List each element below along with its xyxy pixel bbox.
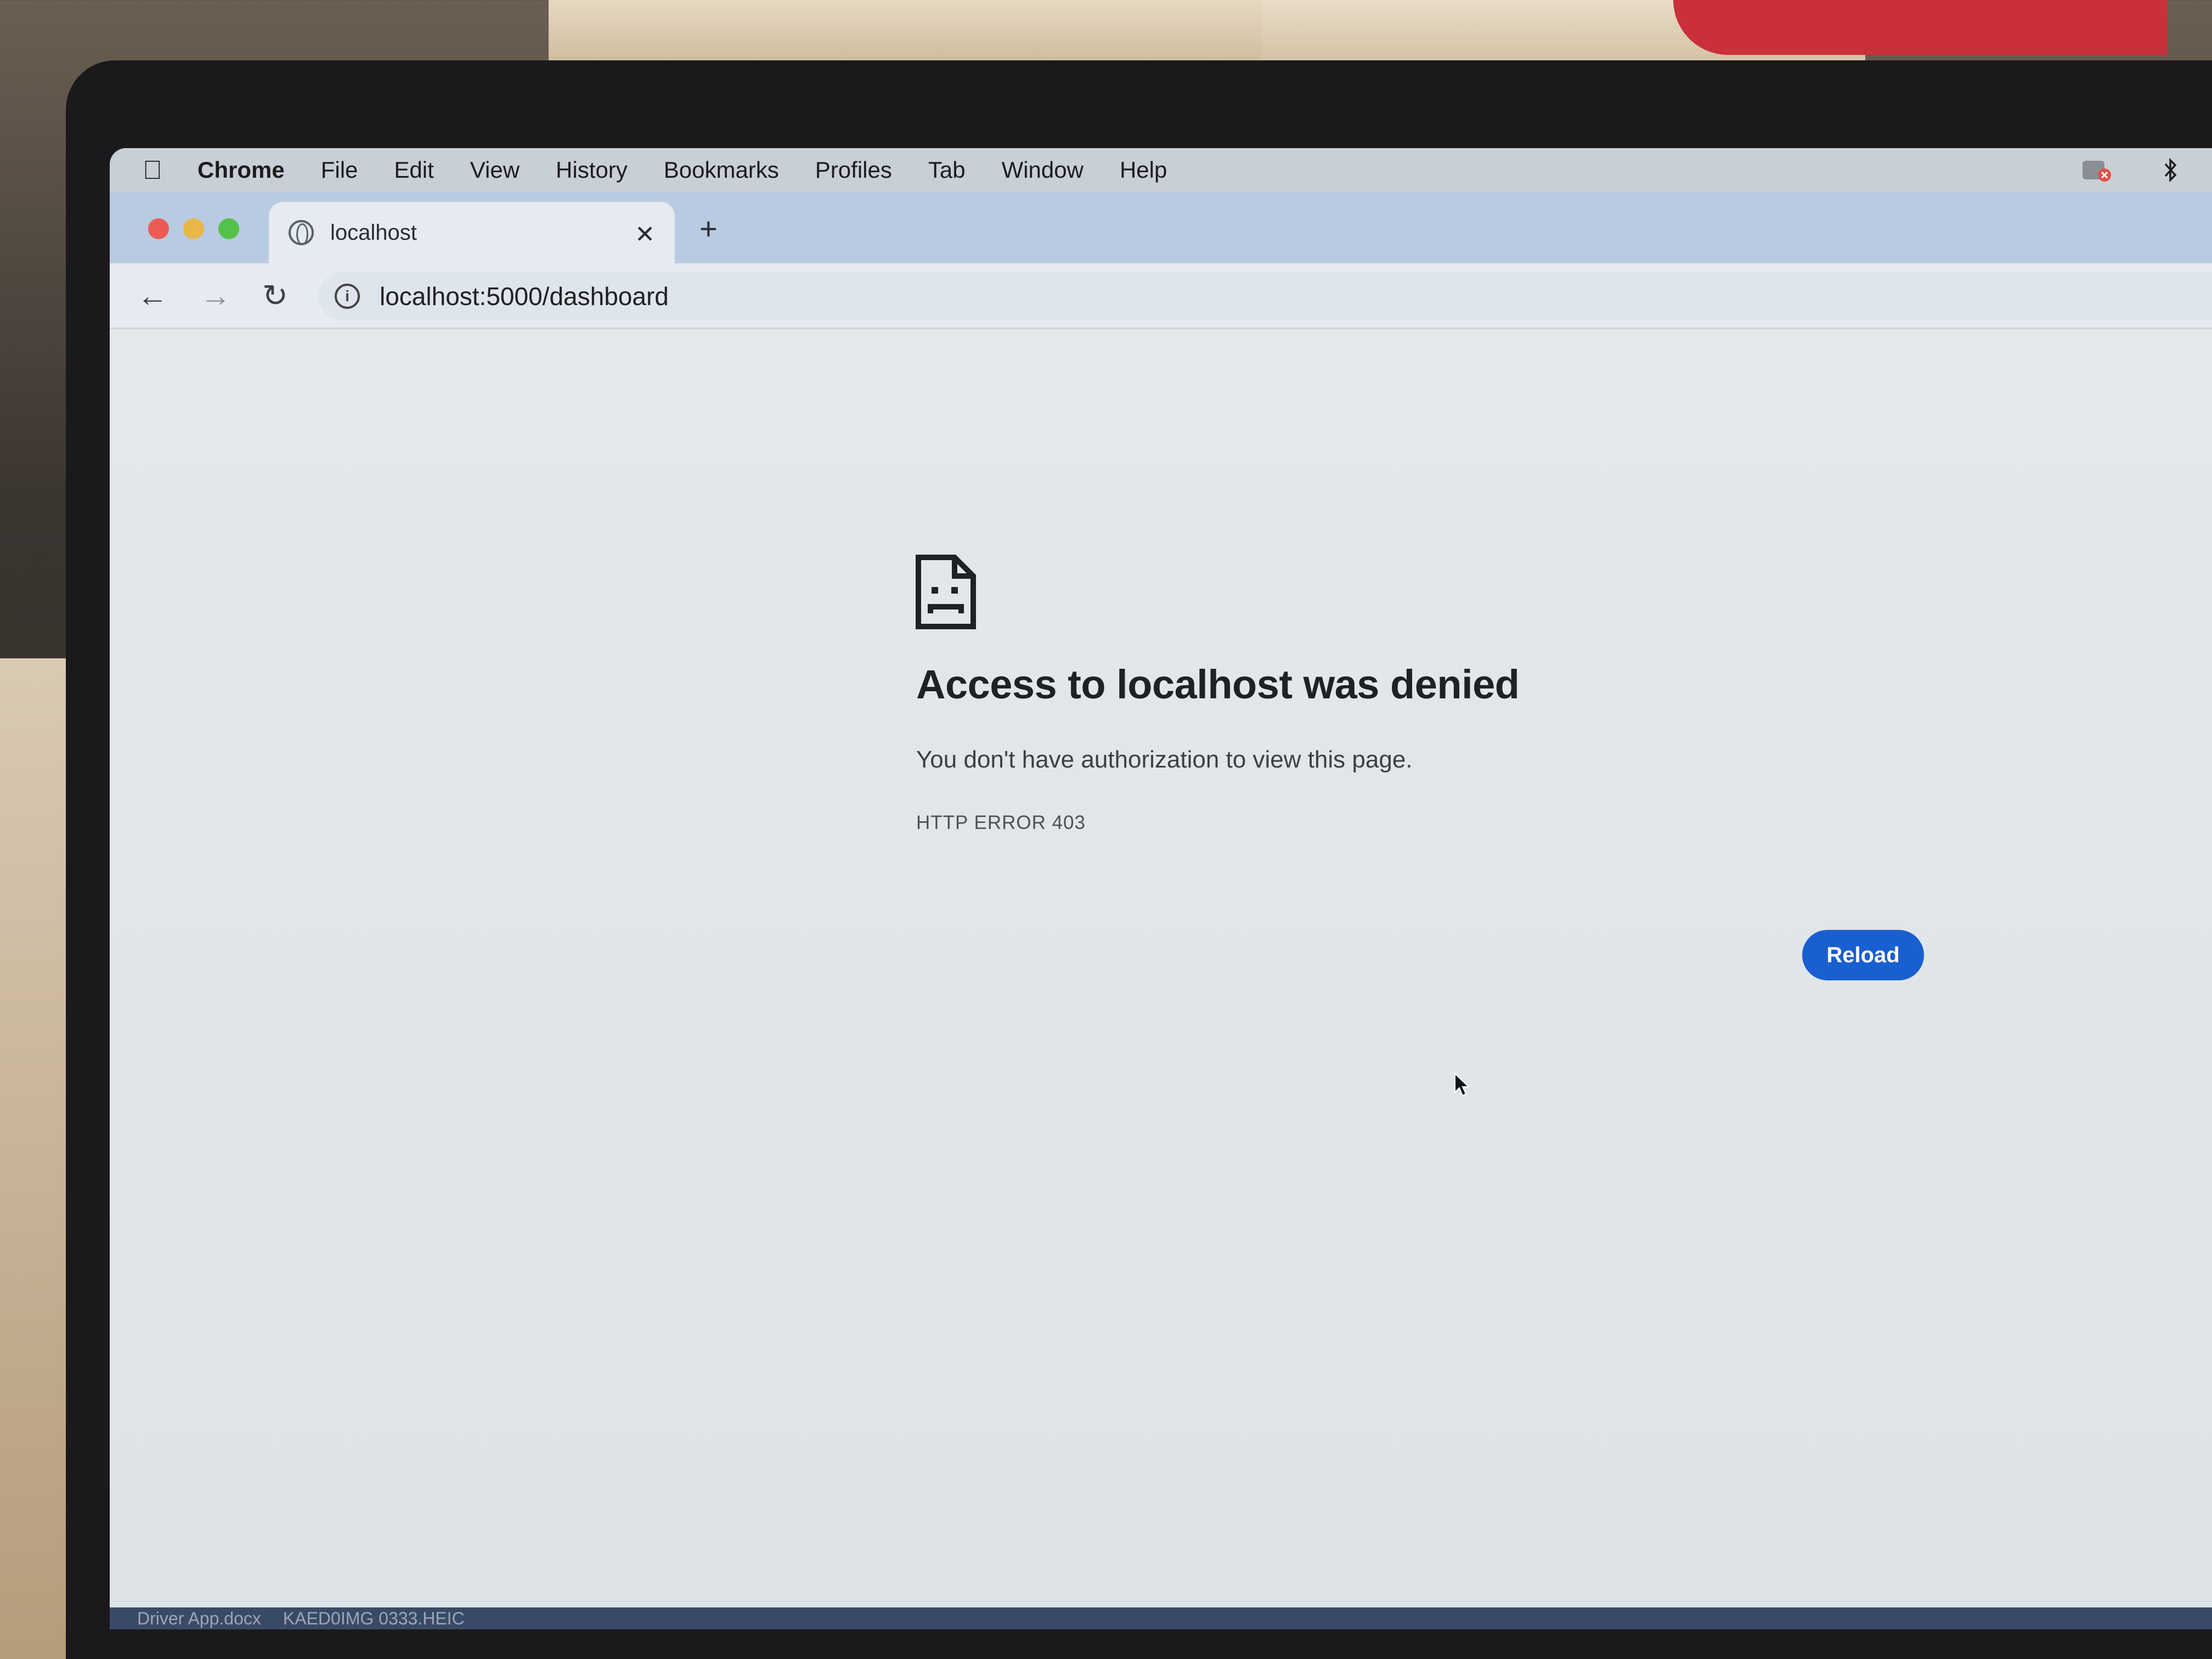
status-icons [2080,148,2179,192]
menu-file[interactable]: File [321,157,358,183]
menu-bookmarks[interactable]: Bookmarks [664,157,779,183]
error-code: HTTP ERROR 403 [916,812,1086,833]
apple-menu-icon[interactable]:  [143,155,176,185]
reload-button[interactable]: Reload [1802,930,1924,980]
url-text[interactable]: localhost:5000/dashboard [380,281,669,311]
minimize-window-button[interactable] [183,218,204,239]
new-tab-button[interactable]: + [699,211,718,246]
reload-icon[interactable]: ↻ [262,278,288,314]
sad-document-icon [916,555,976,629]
menu-help[interactable]: Help [1120,157,1167,183]
bluetooth-icon[interactable] [2163,156,2179,184]
macos-menu-bar:  Chrome File Edit View History Bookmark… [110,148,2212,192]
mouse-cursor-icon [1454,1073,1470,1097]
error-description: You don't have authorization to view thi… [916,746,1413,773]
menu-tab[interactable]: Tab [928,157,966,183]
background-fabric [1673,0,2167,55]
user-switch-icon[interactable] [2080,156,2113,184]
tab-localhost[interactable]: localhost ✕ [269,202,675,263]
tab-title: localhost [330,220,417,245]
zoom-window-button[interactable] [218,218,239,239]
site-info-icon[interactable]: i [335,284,360,309]
globe-icon [289,220,314,245]
error-title: Access to localhost was denied [916,662,1520,707]
tab-strip: localhost ✕ + [110,192,2212,263]
close-tab-icon[interactable]: ✕ [635,221,655,249]
window-controls [148,218,239,239]
laptop-screen:  Chrome File Edit View History Bookmark… [110,148,2212,1629]
dock-strip: Driver App.docx KAED0IMG 0333.HEIC [110,1607,2212,1629]
menu-history[interactable]: History [556,157,628,183]
browser-toolbar: ← → ↻ i localhost:5000/dashboard [110,263,2212,329]
menu-edit[interactable]: Edit [394,157,433,183]
address-bar[interactable]: i localhost:5000/dashboard [318,272,2212,320]
forward-arrow-icon[interactable]: → [200,278,231,313]
dock-file-item[interactable]: Driver App.docx [137,1609,261,1629]
menu-profiles[interactable]: Profiles [815,157,892,183]
close-window-button[interactable] [148,218,169,239]
menu-app-name[interactable]: Chrome [198,157,285,183]
background-cabinet [549,0,1262,66]
back-arrow-icon[interactable]: ← [137,278,168,313]
menu-view[interactable]: View [470,157,520,183]
error-page: Access to localhost was denied You don't… [110,329,2212,1629]
menu-window[interactable]: Window [1002,157,1084,183]
dock-file-item[interactable]: KAED0IMG 0333.HEIC [283,1609,465,1629]
